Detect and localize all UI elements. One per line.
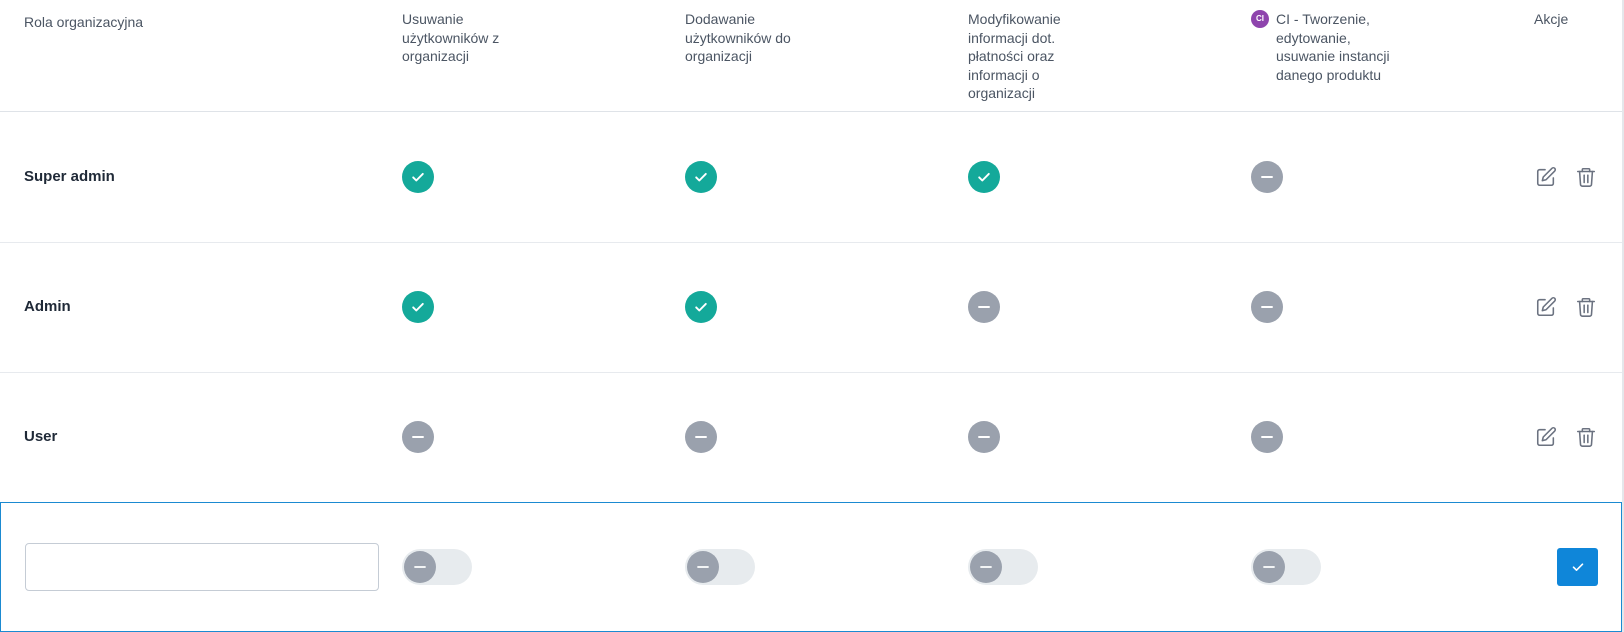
column-header-payment-info: Modyfikowanie informacji dot. płatności …	[968, 11, 1061, 101]
column-header-ci-label: CI - Tworzenie, edytowanie, usuwanie ins…	[1276, 11, 1390, 83]
column-header-remove-users: Usuwanie użytkowników z organizacji	[402, 11, 500, 64]
check-icon	[402, 291, 434, 323]
new-role-row	[0, 502, 1622, 632]
trash-icon[interactable]	[1574, 165, 1598, 189]
minus-icon	[968, 291, 1000, 323]
check-icon	[968, 161, 1000, 193]
minus-icon	[1251, 421, 1283, 453]
trash-icon[interactable]	[1574, 295, 1598, 319]
check-icon	[685, 161, 717, 193]
ci-product-badge: CI	[1251, 10, 1269, 28]
role-name: User	[24, 428, 58, 445]
table-row: User	[0, 373, 1622, 503]
minus-icon	[970, 551, 1002, 583]
table-row: Super admin	[0, 113, 1622, 243]
minus-icon	[402, 421, 434, 453]
confirm-button[interactable]	[1557, 548, 1598, 586]
check-icon	[1572, 563, 1583, 571]
minus-icon	[1251, 161, 1283, 193]
permission-toggle-remove-users[interactable]	[402, 549, 472, 585]
edit-icon[interactable]	[1534, 425, 1558, 449]
permission-toggle-ci-instances[interactable]	[1251, 549, 1321, 585]
trash-icon[interactable]	[1574, 425, 1598, 449]
permission-toggle-payment-info[interactable]	[968, 549, 1038, 585]
role-name: Admin	[24, 298, 71, 315]
table-row: Admin	[0, 243, 1622, 373]
check-icon	[402, 161, 434, 193]
edit-icon[interactable]	[1534, 295, 1558, 319]
minus-icon	[1251, 291, 1283, 323]
table-header: Rola organizacyjna Usuwanie użytkowników…	[0, 0, 1622, 112]
column-header-role: Rola organizacyjna	[24, 14, 144, 30]
minus-icon	[687, 551, 719, 583]
permission-toggle-add-users[interactable]	[685, 549, 755, 585]
check-icon	[685, 291, 717, 323]
minus-icon	[968, 421, 1000, 453]
minus-icon	[1253, 551, 1285, 583]
role-name-input[interactable]	[25, 543, 379, 591]
column-header-add-users: Dodawanie użytkowników do organizacji	[685, 11, 791, 64]
column-header-ci-instances: CI CI - Tworzenie, edytowanie, usuwanie …	[1251, 10, 1401, 84]
role-name: Super admin	[24, 168, 115, 185]
column-header-actions: Akcje	[1534, 11, 1569, 27]
edit-icon[interactable]	[1534, 165, 1558, 189]
minus-icon	[685, 421, 717, 453]
minus-icon	[404, 551, 436, 583]
